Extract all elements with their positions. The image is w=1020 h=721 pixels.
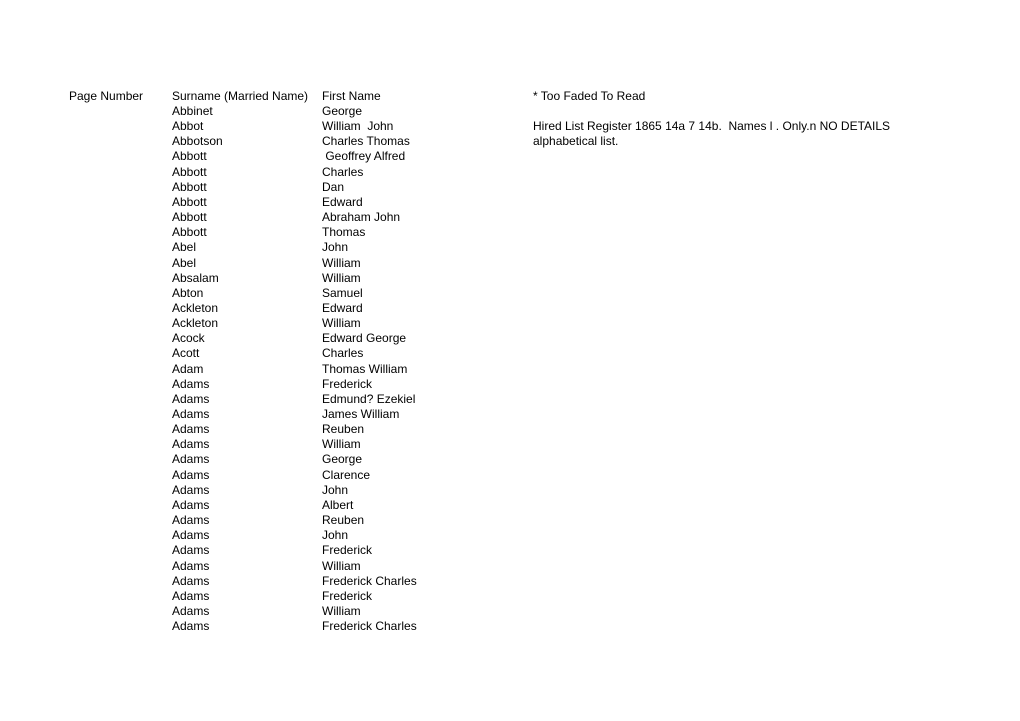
first-name-cell: Charles [322, 164, 364, 179]
first-name-cell: Charles [322, 346, 364, 361]
first-name-cell: Edward [322, 300, 363, 315]
surname-cell: Abton [172, 285, 204, 300]
header-surname: Surname (Married Name) [172, 89, 309, 103]
header-note: * Too Faded To Read [533, 89, 646, 103]
first-name-cell: George [322, 104, 363, 118]
surname-cell: Ackleton [172, 316, 219, 331]
first-name-cell: Thomas William [322, 361, 408, 376]
surname-cell: Absalam [172, 270, 219, 285]
surname-cell: Adams [172, 482, 210, 497]
surname-cell: Ackleton [172, 300, 219, 315]
header-first-name: First Name [322, 89, 381, 103]
surname-cell: Adams [172, 391, 210, 406]
first-name-cell: James William [322, 407, 400, 421]
first-name-cell: John [322, 240, 349, 255]
surname-cell: Abbott [172, 179, 207, 194]
first-name-cell: John [322, 482, 349, 497]
surname-cell: Adams [172, 452, 210, 467]
first-name-cell: Reuben [322, 513, 365, 528]
first-name-cell: Frederick Charles [322, 619, 417, 634]
surname-cell: Acock [172, 331, 205, 346]
surname-cell: Adams [172, 619, 210, 634]
surname-cell: Abbott [172, 164, 207, 179]
surname-cell: Abbott [172, 225, 207, 240]
first-name-cell: William [322, 558, 361, 573]
surname-cell: Adams [172, 422, 210, 437]
surname-cell: Abbot [172, 119, 204, 134]
header-page-number: Page Number [69, 89, 144, 103]
surname-cell: Adams [172, 376, 210, 391]
surname-cell: Adams [172, 497, 210, 512]
first-name-cell: William [322, 270, 361, 285]
first-name-cell: Charles Thomas [322, 134, 410, 149]
surname-cell: Abbinet [172, 104, 213, 118]
surname-cell: Abbott [172, 210, 207, 225]
first-name-cell: Frederick [322, 376, 373, 391]
first-name-cell: Frederick [322, 543, 373, 558]
surname-cell: Adams [172, 558, 210, 573]
header-row: Page Number Surname (Married Name) First… [0, 89, 645, 104]
first-name-cell: Albert [322, 497, 354, 512]
surname-cell: Adams [172, 528, 210, 543]
surname-cell: Abbotson [172, 134, 223, 149]
surname-cell: Adam [172, 361, 204, 376]
first-name-cell: William [322, 316, 361, 331]
first-name-cell: John [322, 528, 349, 543]
first-name-cell: Frederick Charles [322, 573, 417, 588]
surname-cell: Adams [172, 543, 210, 558]
first-name-cell: Frederick [322, 588, 373, 603]
first-name-cell: Samuel [322, 285, 363, 300]
first-name-cell: Abraham John [322, 210, 401, 225]
surname-cell: Abbott [172, 149, 207, 164]
surname-cell: Abbott [172, 194, 207, 209]
first-name-cell: George [322, 452, 363, 467]
first-name-cell: Thomas [322, 225, 366, 240]
surname-cell: Adams [172, 573, 210, 588]
surname-cell: Acott [172, 346, 200, 361]
surname-cell: Adams [172, 467, 210, 482]
surname-cell: Adams [172, 588, 210, 603]
first-name-cell: Dan [322, 179, 345, 194]
first-name-cell: Reuben [322, 422, 365, 437]
document-page: Page Number Surname (Married Name) First… [0, 0, 1020, 721]
first-name-cell: William [322, 437, 361, 452]
note-text: alphabetical list. [533, 134, 619, 149]
first-name-cell: Edmund? Ezekiel [322, 391, 416, 406]
surname-cell: Adams [172, 407, 210, 421]
first-name-cell: William John [322, 119, 394, 134]
first-name-cell: Clarence [322, 467, 371, 482]
surname-cell: Adams [172, 437, 210, 452]
surname-cell: Abel [172, 255, 197, 270]
surname-cell: Abel [172, 240, 197, 255]
first-name-cell: Geoffrey Alfred [322, 149, 406, 164]
surname-cell: Adams [172, 603, 210, 618]
first-name-cell: Edward [322, 194, 363, 209]
first-name-cell: William [322, 255, 361, 270]
surname-cell: Adams [172, 513, 210, 528]
note-text: Hired List Register 1865 14a 7 14b. Name… [533, 119, 891, 134]
first-name-cell: William [322, 603, 361, 618]
first-name-cell: Edward George [322, 331, 407, 346]
